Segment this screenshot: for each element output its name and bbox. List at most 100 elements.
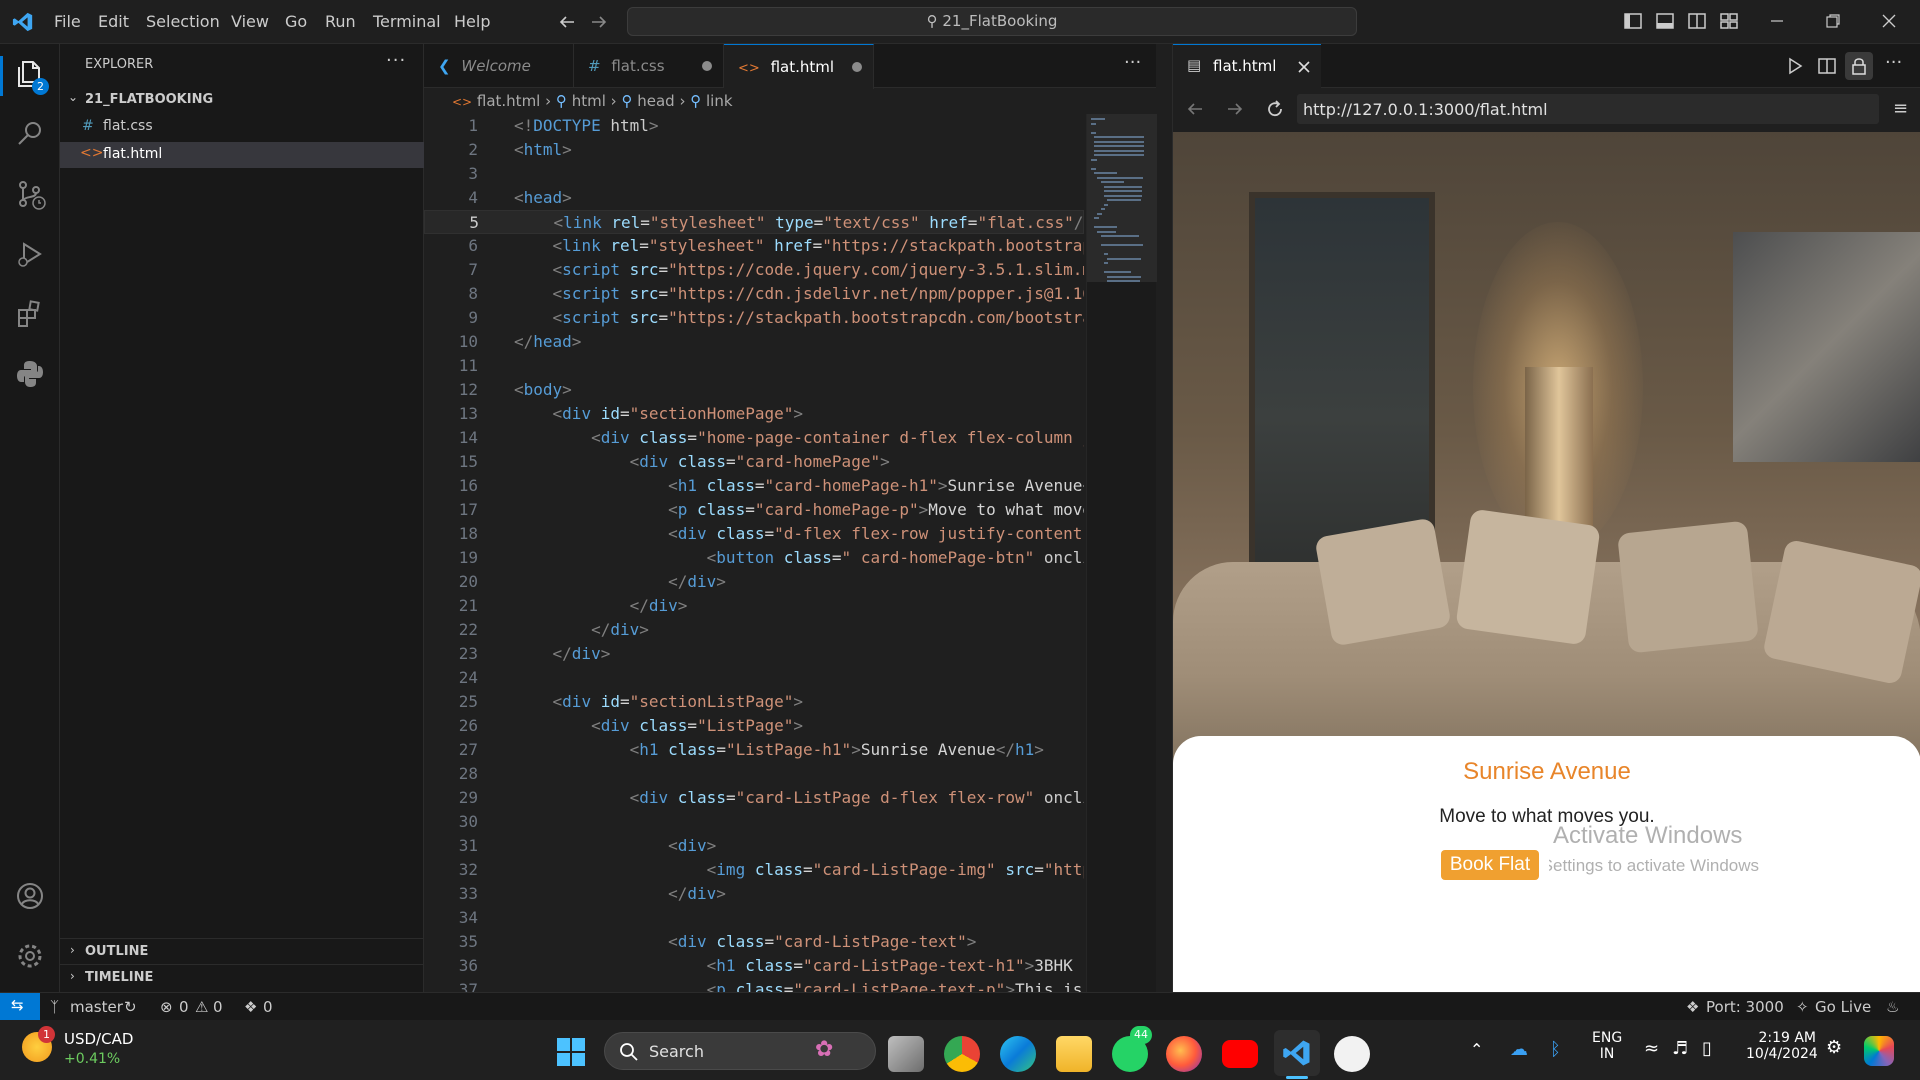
taskbar-search-box[interactable]: Search ✿: [604, 1032, 876, 1070]
more-actions-icon[interactable]: ···: [1124, 52, 1141, 73]
minimap[interactable]: [1086, 114, 1157, 992]
battery-icon[interactable]: ▯: [1702, 1038, 1712, 1059]
code-line[interactable]: 2 <html>: [424, 138, 1084, 162]
edge-icon[interactable]: [1000, 1036, 1036, 1072]
errors-count[interactable]: 0: [179, 998, 189, 1016]
code-line[interactable]: 22 </div>: [424, 618, 1084, 642]
menu-file[interactable]: File: [54, 12, 81, 31]
code-line[interactable]: 7 <script src="https://code.jquery.com/j…: [424, 258, 1084, 282]
forward-arrow-icon[interactable]: [589, 12, 609, 32]
accounts-icon[interactable]: [14, 880, 46, 912]
remote-button[interactable]: ⇆: [0, 993, 40, 1021]
menu-icon[interactable]: ≡: [1893, 98, 1908, 119]
code-line[interactable]: 36 <h1 class="card-ListPage-text-h1">3BH…: [424, 954, 1084, 978]
code-line[interactable]: 3: [424, 162, 1084, 186]
extensions-icon[interactable]: [14, 298, 46, 330]
notifications-bell-icon[interactable]: ♨: [1886, 998, 1899, 1016]
code-line[interactable]: 32 <img class="card-ListPage-img" src="h…: [424, 858, 1084, 882]
code-line[interactable]: 15 <div class="card-homePage">: [424, 450, 1084, 474]
task-view-icon[interactable]: [888, 1036, 924, 1072]
close-icon[interactable]: [1297, 60, 1311, 74]
run-debug-icon[interactable]: [14, 238, 46, 270]
code-line[interactable]: 1 <!DOCTYPE html>: [424, 114, 1084, 138]
code-line[interactable]: 5 <link rel="stylesheet" type="text/css"…: [424, 210, 1084, 234]
code-line[interactable]: 34: [424, 906, 1084, 930]
code-line[interactable]: 20 </div>: [424, 570, 1084, 594]
code-line[interactable]: 25 <div id="sectionListPage">: [424, 690, 1084, 714]
breadcrumb-item[interactable]: flat.html: [477, 92, 540, 110]
code-line[interactable]: 31 <div>: [424, 834, 1084, 858]
file-item-css[interactable]: # flat.css: [60, 114, 424, 140]
book-flat-button[interactable]: Book Flat: [1441, 850, 1539, 880]
search-icon[interactable]: [14, 118, 46, 150]
toggle-secondary-sidebar-icon[interactable]: [1686, 10, 1708, 32]
run-icon[interactable]: [1785, 56, 1805, 76]
chrome-icon[interactable]: [944, 1036, 980, 1072]
split-editor-icon[interactable]: [1817, 56, 1837, 76]
code-line[interactable]: 12 <body>: [424, 378, 1084, 402]
code-line[interactable]: 30: [424, 810, 1084, 834]
app-icon[interactable]: [1334, 1036, 1370, 1072]
menu-view[interactable]: View: [231, 12, 269, 31]
copilot-icon[interactable]: [1864, 1036, 1894, 1066]
tab-flat-html[interactable]: <> flat.html: [724, 44, 874, 89]
menu-terminal[interactable]: Terminal: [373, 12, 441, 31]
menu-help[interactable]: Help: [454, 12, 490, 31]
bluetooth-icon[interactable]: ᛒ: [1550, 1039, 1561, 1060]
code-line[interactable]: 18 <div class="d-flex flex-row justify-c…: [424, 522, 1084, 546]
reload-icon[interactable]: [1265, 99, 1285, 119]
tab-welcome[interactable]: ❮ Welcome: [424, 44, 574, 88]
python-icon[interactable]: [14, 358, 46, 390]
source-control-icon[interactable]: [14, 178, 46, 210]
code-line[interactable]: 33 </div>: [424, 882, 1084, 906]
breadcrumb[interactable]: <> flat.html › ⚲ html › ⚲ head › ⚲ link: [452, 92, 733, 114]
lock-button[interactable]: [1845, 52, 1873, 80]
code-line[interactable]: 21 </div>: [424, 594, 1084, 618]
warnings-count[interactable]: 0: [213, 998, 223, 1016]
menu-edit[interactable]: Edit: [98, 12, 129, 31]
code-line[interactable]: 24: [424, 666, 1084, 690]
more-actions-icon[interactable]: ···: [1885, 52, 1902, 73]
back-arrow-icon[interactable]: [557, 12, 577, 32]
vscode-taskbar-button[interactable]: [1274, 1030, 1320, 1076]
volume-icon[interactable]: ♬: [1672, 1038, 1688, 1059]
code-line[interactable]: 23 </div>: [424, 642, 1084, 666]
notification-icon[interactable]: ⚙: [1826, 1037, 1842, 1058]
outline-section[interactable]: › OUTLINE: [60, 940, 424, 964]
go-live-label[interactable]: Go Live: [1815, 998, 1871, 1016]
branch-name[interactable]: master: [70, 998, 123, 1016]
clock[interactable]: 2:19 AM 10/4/2024: [1746, 1030, 1818, 1062]
timeline-section[interactable]: › TIMELINE: [60, 966, 424, 990]
customize-layout-icon[interactable]: [1718, 10, 1740, 32]
code-line[interactable]: 26 <div class="ListPage">: [424, 714, 1084, 738]
menu-run[interactable]: Run: [325, 12, 356, 31]
onedrive-icon[interactable]: ☁: [1510, 1039, 1528, 1060]
sync-icon[interactable]: ↻: [124, 998, 137, 1016]
code-area[interactable]: 1 <!DOCTYPE html> 2 <html> 3 4 <head> 5 <link r…: [424, 114, 1086, 992]
unsaved-dot-icon[interactable]: [852, 62, 862, 72]
code-line[interactable]: 8 <script src="https://cdn.jsdelivr.net/…: [424, 282, 1084, 306]
url-bar[interactable]: http://127.0.0.1:3000/flat.html: [1297, 94, 1879, 124]
tab-preview[interactable]: ▤ flat.html: [1173, 44, 1321, 88]
minimize-icon[interactable]: [1766, 10, 1788, 32]
code-line[interactable]: 37 <p class="card-ListPage-text-p">This …: [424, 978, 1084, 992]
toggle-sidebar-icon[interactable]: [1622, 10, 1644, 32]
windows-start-icon[interactable]: [556, 1037, 586, 1067]
code-line[interactable]: 13 <div id="sectionHomePage">: [424, 402, 1084, 426]
firefox-icon[interactable]: [1166, 1036, 1202, 1072]
code-line[interactable]: 29 <div class="card-ListPage d-flex flex…: [424, 786, 1084, 810]
code-line[interactable]: 17 <p class="card-homePage-p">Move to wh…: [424, 498, 1084, 522]
tab-flat-css[interactable]: # flat.css: [574, 44, 724, 88]
code-line[interactable]: 16 <h1 class="card-homePage-h1">Sunrise …: [424, 474, 1084, 498]
file-item-html[interactable]: <> flat.html: [60, 142, 424, 168]
back-arrow-icon[interactable]: [1185, 99, 1205, 119]
code-line[interactable]: 19 <button class=" card-homePage-btn" on…: [424, 546, 1084, 570]
unsaved-dot-icon[interactable]: [702, 61, 712, 71]
menu-selection[interactable]: Selection: [146, 12, 220, 31]
file-explorer-icon[interactable]: [1056, 1036, 1092, 1072]
youtube-icon[interactable]: [1222, 1040, 1258, 1068]
close-window-icon[interactable]: [1878, 10, 1900, 32]
code-line[interactable]: 27 <h1 class="ListPage-h1">Sunrise Avenu…: [424, 738, 1084, 762]
language-indicator[interactable]: ENG IN: [1592, 1030, 1622, 1062]
folder-row[interactable]: ⌄ 21_FLATBOOKING: [60, 88, 424, 112]
